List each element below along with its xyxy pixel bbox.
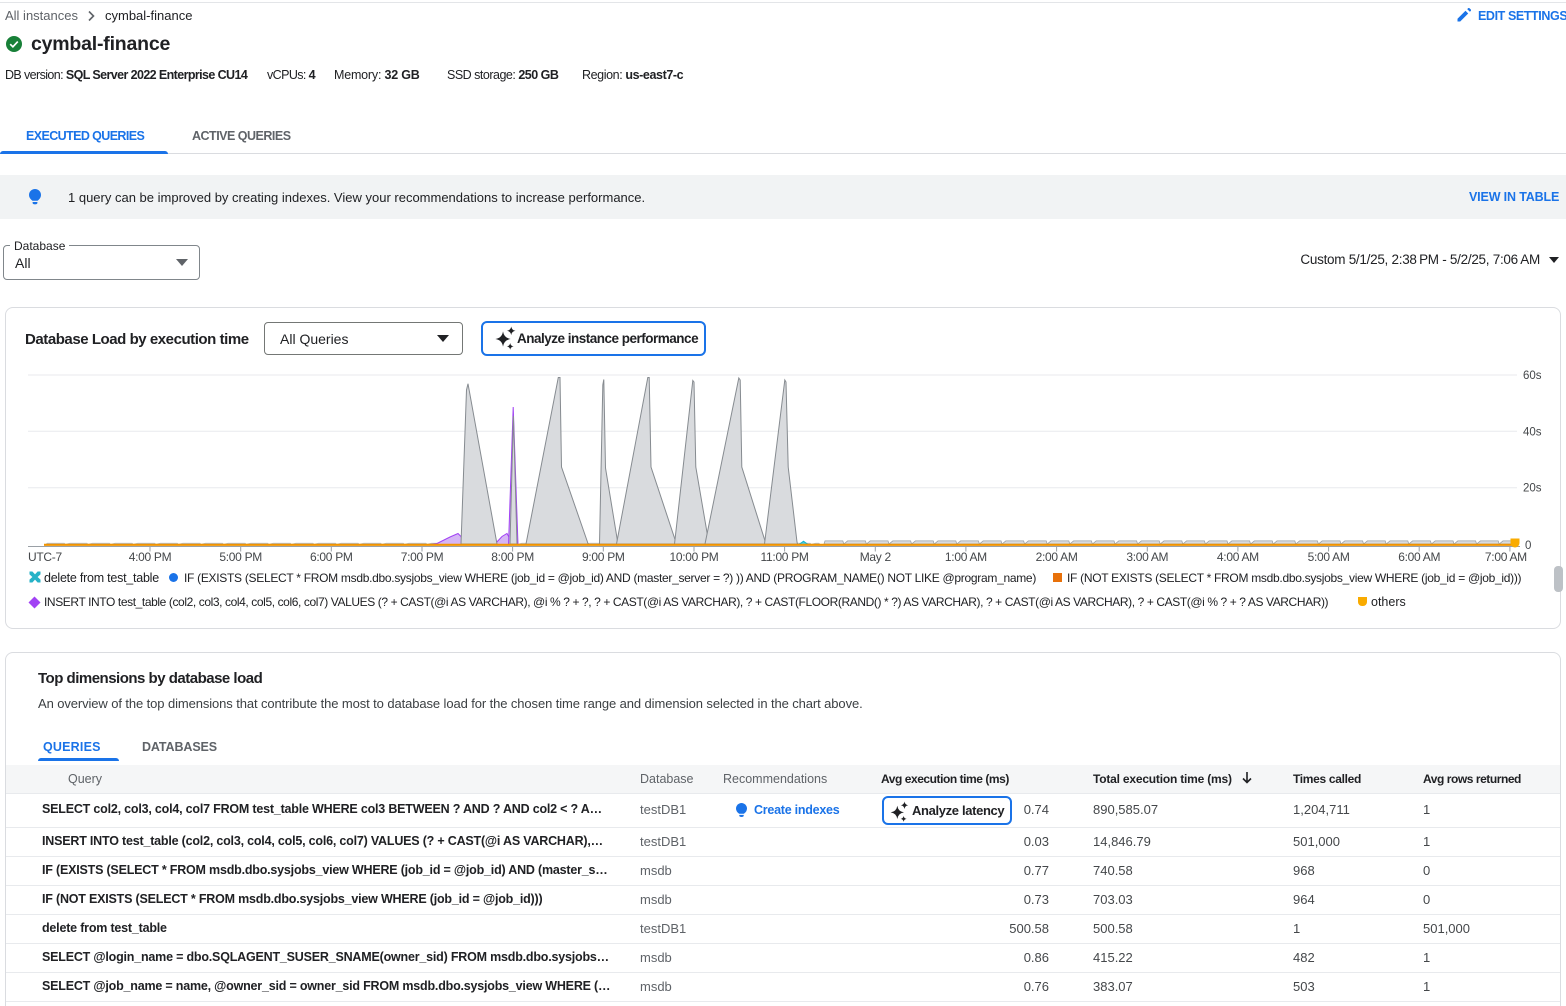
svg-text:UTC-7: UTC-7 <box>28 550 62 564</box>
svg-text:10:00 PM: 10:00 PM <box>670 550 719 564</box>
svg-text:1:00 AM: 1:00 AM <box>945 550 987 564</box>
svg-text:8:00 PM: 8:00 PM <box>491 550 534 564</box>
svg-text:7:00 AM: 7:00 AM <box>1485 550 1527 564</box>
svg-text:11:00 PM: 11:00 PM <box>761 550 809 564</box>
svg-text:5:00 AM: 5:00 AM <box>1308 550 1350 564</box>
svg-text:5:00 PM: 5:00 PM <box>219 550 262 564</box>
svg-text:May 2: May 2 <box>860 550 892 564</box>
svg-text:40s: 40s <box>1523 426 1542 438</box>
svg-text:20s: 20s <box>1523 483 1542 495</box>
svg-text:2:00 AM: 2:00 AM <box>1036 550 1078 564</box>
svg-text:4:00 PM: 4:00 PM <box>129 550 172 564</box>
svg-text:4:00 AM: 4:00 AM <box>1217 550 1259 564</box>
svg-text:7:00 PM: 7:00 PM <box>401 550 444 564</box>
svg-text:9:00 PM: 9:00 PM <box>582 550 625 564</box>
svg-text:6:00 AM: 6:00 AM <box>1398 550 1440 564</box>
svg-text:0: 0 <box>1525 540 1531 552</box>
svg-text:3:00 AM: 3:00 AM <box>1126 550 1168 564</box>
svg-text:60s: 60s <box>1523 370 1542 382</box>
svg-text:6:00 PM: 6:00 PM <box>310 550 353 564</box>
